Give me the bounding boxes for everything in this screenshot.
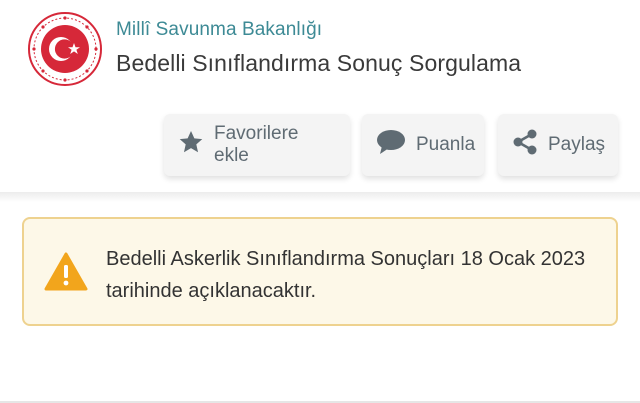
page-title: Bedelli Sınıflandırma Sonuç Sorgulama: [116, 50, 522, 76]
speech-bubble-icon: [376, 129, 406, 161]
alert-message: Bedelli Askerlik Sınıflandırma Sonuçları…: [106, 248, 586, 302]
header-divider: [0, 192, 640, 202]
share-icon: [512, 129, 538, 161]
organization-name[interactable]: Millî Savunma Bakanlığı: [116, 19, 322, 41]
star-icon: [178, 129, 204, 161]
rate-label: Puanla: [416, 134, 476, 155]
warning-alert: Bedelli Askerlik Sınıflandırma Sonuçları…: [22, 217, 618, 326]
msb-seal-icon: [28, 12, 102, 86]
add-favorite-label: Favorilere ekle: [214, 123, 299, 166]
rate-button[interactable]: Puanla: [362, 114, 484, 176]
page-header: Millî Savunma Bakanlığı Bedelli Sınıflan…: [0, 0, 640, 200]
page: Millî Savunma Bakanlığı Bedelli Sınıflan…: [0, 0, 640, 403]
warning-icon: [44, 252, 88, 297]
share-button[interactable]: Paylaş: [498, 114, 618, 176]
add-favorite-button[interactable]: Favorilere ekle: [164, 114, 350, 176]
share-label: Paylaş: [548, 134, 606, 155]
